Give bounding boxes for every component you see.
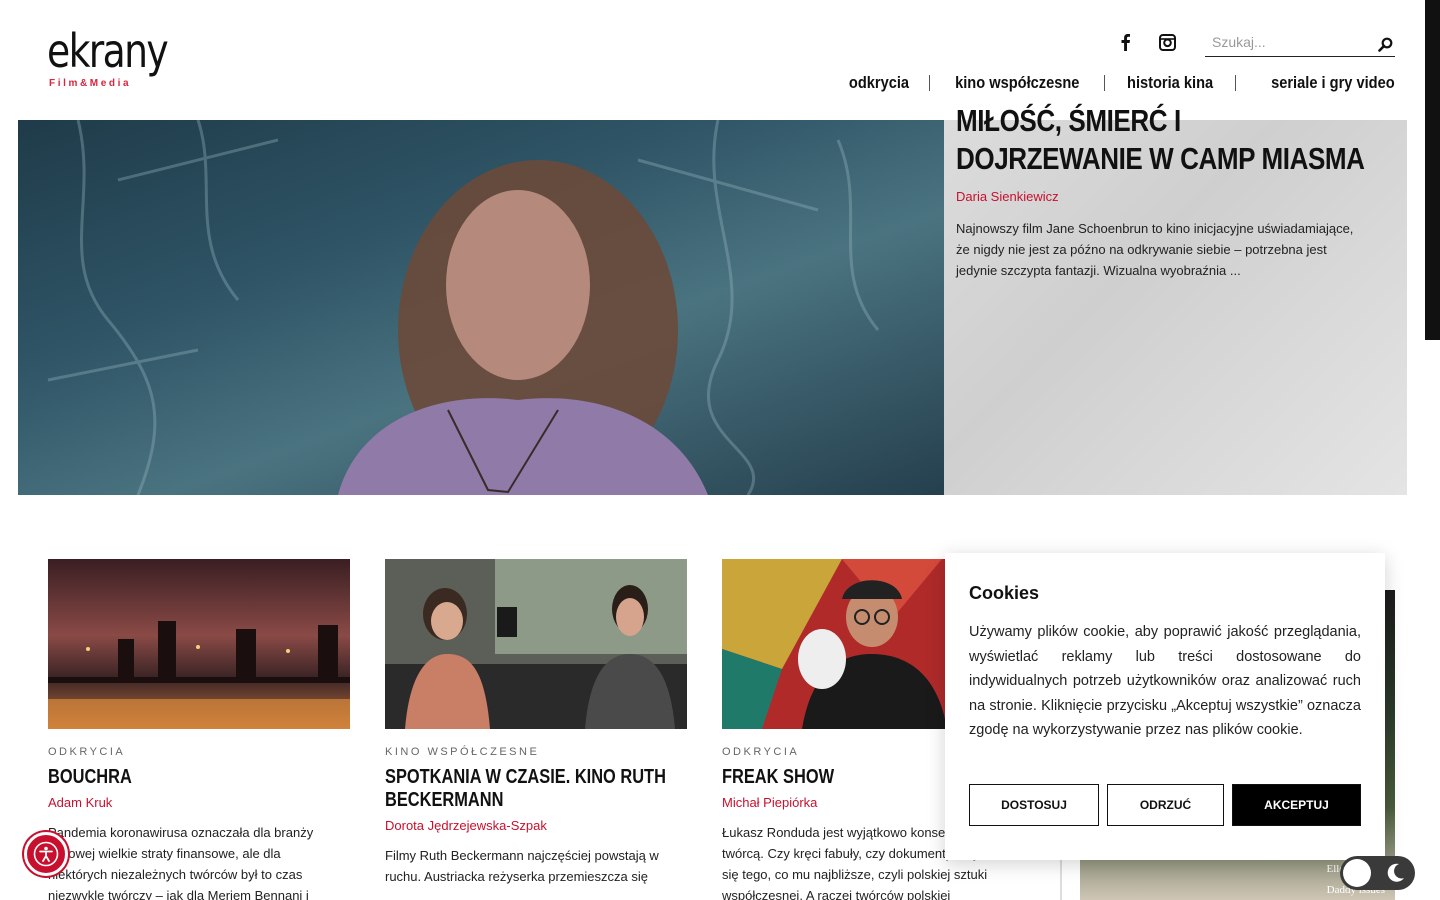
article-author[interactable]: Adam Kruk (48, 795, 350, 810)
nav-divider (1235, 75, 1237, 91)
hero-author[interactable]: Daria Sienkiewicz (956, 189, 1059, 204)
article-author[interactable]: Dorota Jędrzejewska-Szpak (385, 818, 687, 833)
hero-image[interactable] (18, 120, 944, 495)
facebook-icon[interactable] (1115, 32, 1135, 52)
moon-icon (1387, 863, 1404, 882)
logo-text: ekrany (47, 24, 169, 78)
cookie-buttons: DOSTOSUJ ODRZUĆ AKCEPTUJ (969, 784, 1361, 826)
search-icon[interactable] (1375, 34, 1395, 54)
scrollbar-thumb[interactable] (1425, 0, 1440, 340)
search-box (1205, 30, 1395, 57)
main-nav: odkrycia kino współczesne historia kina … (829, 72, 1395, 94)
accessibility-button[interactable] (24, 832, 68, 876)
article-card: KINO WSPÓŁCZESNE SPOTKANIA W CZASIE. KIN… (385, 559, 687, 887)
nav-item-odkrycia[interactable]: odkrycia (836, 72, 922, 94)
article-thumbnail[interactable] (48, 559, 350, 729)
cookie-title: Cookies (969, 583, 1040, 603)
article-card: ODKRYCIA BOUCHRA Adam Kruk Pandemia koro… (48, 559, 350, 900)
search-input[interactable] (1205, 30, 1365, 54)
nav-divider (1104, 75, 1106, 91)
nav-item-kino-wspolczesne[interactable]: kino współczesne (942, 72, 1092, 94)
article-category[interactable]: ODKRYCIA (48, 746, 350, 758)
article-excerpt: Pandemia koronawirusa oznaczała dla bran… (48, 825, 314, 900)
article-category[interactable]: KINO WSPÓŁCZESNE (385, 746, 687, 758)
nav-divider (928, 75, 930, 91)
toggle-knob (1343, 859, 1371, 887)
cookie-text: Używamy plików cookie, aby poprawić jako… (969, 624, 1361, 739)
instagram-icon[interactable] (1157, 32, 1177, 52)
dark-mode-toggle[interactable] (1340, 856, 1415, 890)
nav-item-historia-kina[interactable]: historia kina (1114, 72, 1226, 94)
hero-excerpt: Najnowszy film Jane Schoenbrun to kino i… (956, 221, 1354, 278)
article-title[interactable]: BOUCHRA (48, 766, 343, 789)
accessibility-icon (33, 841, 59, 867)
logo-subtext: Film&Media (49, 78, 132, 89)
article-excerpt: Filmy Ruth Beckermann najczęściej powsta… (385, 848, 659, 884)
reject-button[interactable]: ODRZUĆ (1107, 784, 1224, 826)
hero-title[interactable]: MIŁOŚĆ, ŚMIERĆ I DOJRZEWANIE W CAMP MIAS… (956, 102, 1368, 178)
accept-button[interactable]: AKCEPTUJ (1232, 784, 1361, 826)
nav-item-seriale-gry[interactable]: seriale i gry video (1259, 72, 1395, 94)
article-title[interactable]: SPOTKANIA W CZASIE. KINO RUTH BECKERMANN (385, 766, 680, 812)
customize-button[interactable]: DOSTOSUJ (969, 784, 1099, 826)
site-logo[interactable]: ekrany Film&Media (47, 28, 177, 94)
cookie-consent-dialog: Cookies Używamy plików cookie, aby popra… (945, 553, 1385, 860)
article-thumbnail[interactable] (385, 559, 687, 729)
